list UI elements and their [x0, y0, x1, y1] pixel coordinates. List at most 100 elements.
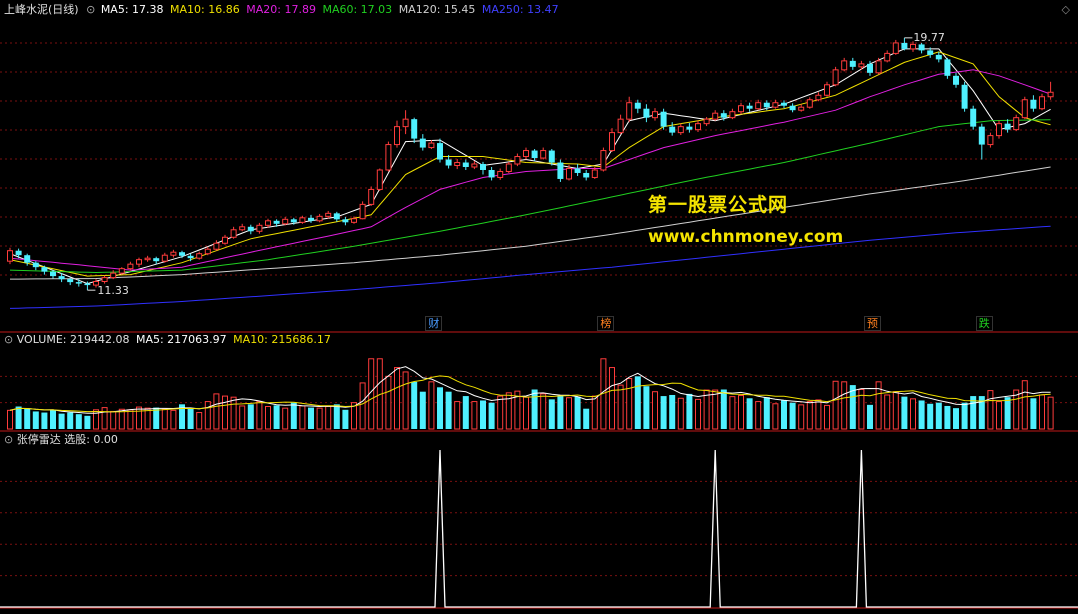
volume-bar: [540, 393, 547, 430]
candle: [634, 102, 641, 109]
volume-bar: [867, 404, 873, 429]
event-tag-yu[interactable]: 预: [864, 316, 881, 331]
candle: [746, 105, 753, 109]
volume-bar: [333, 404, 340, 429]
candle: [50, 271, 56, 277]
volume-bar: [213, 393, 220, 430]
candle: [325, 212, 332, 217]
candle: [359, 203, 366, 220]
candle: [170, 251, 177, 256]
volume-bar: [583, 408, 590, 429]
candle: [385, 144, 392, 171]
volume-bar: [557, 395, 564, 429]
volume-bar: [170, 409, 177, 430]
volume-bar: [987, 390, 994, 430]
event-tag-bang[interactable]: 榜: [597, 316, 615, 331]
ma120-label: MA120: 15.45: [398, 3, 476, 16]
volume-bar: [1039, 394, 1045, 430]
volume-bar: [918, 400, 925, 429]
event-tag-die[interactable]: 跌: [975, 316, 993, 331]
volume-bar: [454, 401, 461, 430]
volume-bar: [161, 408, 168, 430]
volume-bar: [204, 401, 211, 430]
volume-bar: [325, 406, 332, 430]
candle: [471, 163, 478, 168]
candle: [824, 84, 830, 96]
candle: [609, 132, 615, 152]
volume-bar: [643, 386, 650, 429]
candle: [1021, 99, 1028, 119]
candle: [978, 126, 985, 145]
collapse-icon[interactable]: ⊙: [4, 333, 13, 346]
indicator-legend: ⊙ 张停雷达 选股: 0.00: [4, 433, 118, 447]
event-tag-cai[interactable]: 财: [425, 316, 443, 331]
volume-bar: [144, 407, 151, 430]
volume-bar: [299, 405, 306, 430]
volume-bar: [996, 401, 1002, 430]
candle: [815, 94, 822, 101]
volume-bar: [273, 405, 280, 429]
candle: [789, 105, 796, 111]
candle: [136, 259, 142, 265]
candle: [445, 159, 452, 166]
candle: [841, 60, 848, 71]
candle: [118, 268, 125, 274]
candle: [41, 267, 48, 272]
candle: [652, 111, 658, 119]
expand-icon[interactable]: ◇: [1062, 3, 1070, 17]
candle: [127, 263, 134, 270]
volume-bar: [841, 381, 848, 430]
volume-bar: [1030, 398, 1037, 429]
candle: [591, 169, 598, 178]
volume-bar: [488, 402, 495, 429]
vol-ma5-label: MA5: 217063.97: [135, 333, 227, 346]
indicator-title: 张停雷达 选股: 0.00: [16, 433, 118, 446]
volume-bar: [901, 396, 908, 429]
candle: [308, 217, 314, 221]
volume-bar: [806, 401, 813, 430]
stock-chart[interactable]: [0, 0, 1078, 614]
candle: [437, 143, 443, 160]
collapse-icon[interactable]: ⊙: [86, 3, 95, 16]
ma120-line: [10, 166, 1051, 280]
ma10-label: MA10: 16.86: [170, 3, 240, 16]
volume-bar: [196, 412, 203, 430]
candle: [600, 150, 607, 171]
candle: [24, 255, 31, 263]
candle: [798, 106, 805, 111]
volume-bar: [523, 396, 529, 430]
candle: [849, 60, 856, 67]
candle: [626, 102, 633, 120]
candle: [101, 277, 108, 283]
collapse-icon[interactable]: ⊙: [4, 433, 13, 446]
volume-bar: [67, 412, 74, 429]
volume-bar: [342, 409, 349, 429]
volume-bar: [746, 398, 753, 429]
candle: [351, 218, 357, 223]
candle: [523, 150, 529, 158]
candle: [583, 172, 590, 178]
volume-bar: [402, 371, 409, 430]
volume-bar: [953, 408, 959, 429]
candle: [996, 123, 1002, 137]
volume-bar: [75, 414, 82, 429]
candle: [574, 168, 581, 173]
candle: [110, 272, 117, 279]
volume-bar: [652, 391, 658, 430]
volume-bar: [1013, 389, 1020, 430]
candle: [970, 108, 977, 127]
candle: [1013, 117, 1020, 131]
candle: [669, 126, 676, 133]
candle: [402, 118, 409, 128]
volume-bar: [626, 378, 633, 430]
volume-bar: [359, 382, 366, 430]
volume-bar: [411, 381, 418, 429]
volume-bar: [24, 408, 31, 429]
volume-bar: [574, 396, 581, 429]
volume-bar: [445, 391, 452, 429]
volume-bar: [437, 387, 443, 429]
price-legend: 上峰水泥(日线) ⊙ MA5: 17.38 MA10: 16.86 MA20: …: [4, 3, 559, 17]
candle: [299, 217, 306, 223]
volume-bar: [15, 406, 22, 429]
candle: [1030, 99, 1037, 109]
